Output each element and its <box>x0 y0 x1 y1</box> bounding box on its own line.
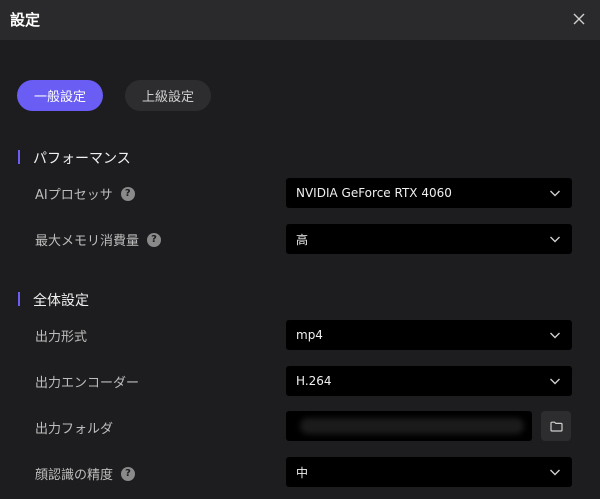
max-memory-label-row: 最大メモリ消費量 ? <box>35 230 162 249</box>
output-encoder-label: 出力エンコーダー <box>35 376 140 391</box>
face-recognition-select[interactable]: 中 <box>286 457 572 487</box>
help-icon[interactable]: ? <box>121 466 136 481</box>
chevron-down-icon <box>550 236 560 243</box>
output-folder-path-redacted <box>300 418 524 434</box>
output-folder-label: 出力フォルダ <box>35 422 114 437</box>
output-encoder-select[interactable]: H.264 <box>286 366 572 396</box>
output-encoder-value: H.264 <box>296 374 332 388</box>
face-recognition-value: 中 <box>296 465 309 480</box>
help-icon[interactable]: ? <box>120 186 135 201</box>
face-recognition-label-row: 顔認識の精度 ? <box>35 464 136 483</box>
browse-folder-button[interactable] <box>541 411 571 441</box>
tab-advanced[interactable]: 上級設定 <box>125 80 212 111</box>
max-memory-label: 最大メモリ消費量 <box>35 234 140 249</box>
chevron-down-icon <box>550 378 560 385</box>
output-format-select[interactable]: mp4 <box>286 320 572 350</box>
folder-icon <box>549 421 563 432</box>
ai-processor-label-row: AIプロセッサ ? <box>35 184 135 203</box>
chevron-down-icon <box>550 190 560 197</box>
output-format-value: mp4 <box>296 328 323 342</box>
output-format-label: 出力形式 <box>35 330 88 345</box>
tab-general[interactable]: 一般設定 <box>17 80 104 111</box>
output-folder-field[interactable] <box>286 411 532 441</box>
ai-processor-select[interactable]: NVIDIA GeForce RTX 4060 <box>286 178 572 208</box>
help-icon[interactable]: ? <box>147 232 162 247</box>
ai-processor-label: AIプロセッサ <box>35 188 113 203</box>
close-icon <box>573 13 585 25</box>
section-title-general: 全体設定 <box>18 290 89 310</box>
section-title-performance: パフォーマンス <box>18 148 131 168</box>
max-memory-select[interactable]: 高 <box>286 224 572 254</box>
window-title: 設定 <box>10 11 41 29</box>
max-memory-value: 高 <box>296 232 309 247</box>
chevron-down-icon <box>550 332 560 339</box>
chevron-down-icon <box>550 469 560 476</box>
title-bar: 設定 <box>0 0 600 40</box>
ai-processor-value: NVIDIA GeForce RTX 4060 <box>296 186 452 200</box>
settings-tabs: 一般設定 上級設定 <box>17 80 212 111</box>
close-button[interactable] <box>568 8 590 30</box>
face-recognition-label: 顔認識の精度 <box>35 468 114 483</box>
